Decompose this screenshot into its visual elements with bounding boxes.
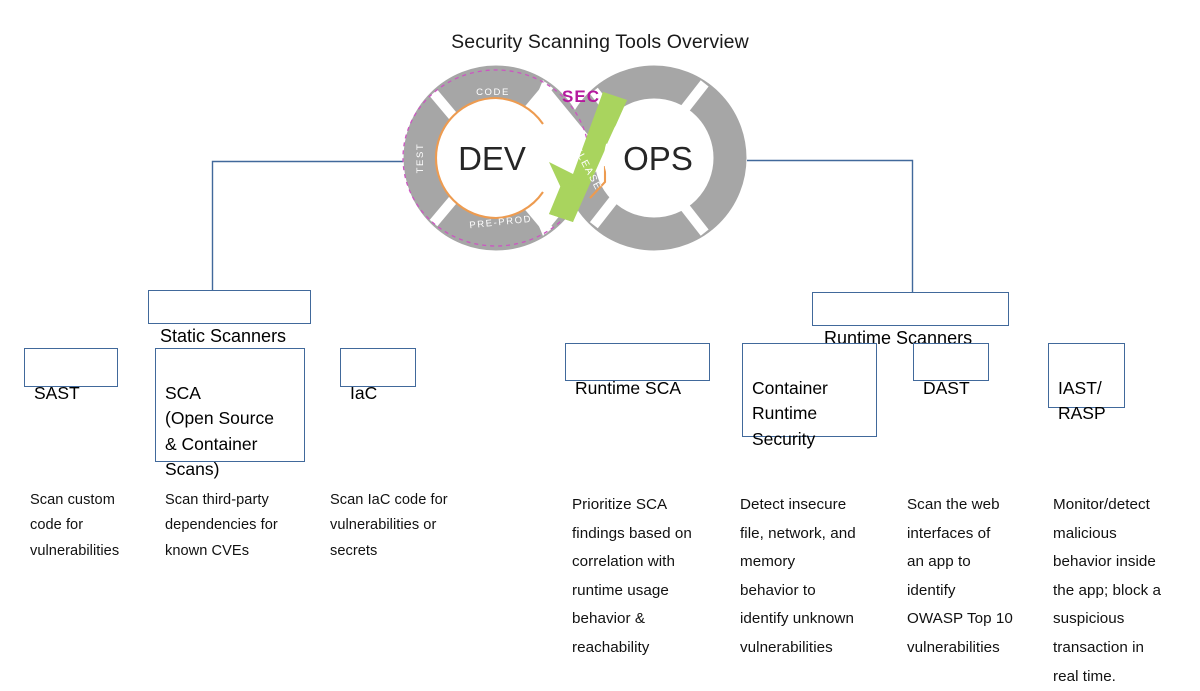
tool-box-container-runtime-security-label: Container Runtime Security (752, 377, 828, 449)
group-box-static-scanners-label: Static Scanners (160, 325, 287, 346)
description-runtime-sca: Prioritize SCA findings based on correla… (572, 496, 692, 656)
group-box-runtime-scanners[interactable]: Runtime Scanners (812, 292, 1009, 348)
stage-label-code: CODE (476, 87, 510, 98)
description-container-runtime-security: Detect insecure file, network, and memor… (740, 496, 856, 656)
tool-box-iac[interactable]: IaC (340, 348, 416, 403)
description-iast-rasp: Monitor/detect malicious behavior inside… (1053, 496, 1162, 685)
tool-box-sast-label: SAST (34, 382, 80, 403)
tool-box-dast-label: DAST (923, 377, 970, 398)
tool-box-sca[interactable]: SCA (Open Source & Container Scans) (155, 348, 305, 479)
tool-box-iast-rasp[interactable]: IAST/ RASP (1048, 343, 1125, 423)
tool-box-iast-rasp-label: IAST/ RASP (1058, 377, 1106, 424)
tool-box-dast[interactable]: DAST (913, 343, 989, 398)
description-iac: Scan IaC code for vulnerabilities or sec… (330, 492, 448, 559)
tool-box-runtime-sca-label: Runtime SCA (575, 377, 682, 398)
connector-static-scanners (211, 160, 403, 291)
tool-box-sca-label: SCA (Open Source & Container Scans) (165, 382, 274, 480)
tool-box-iac-label: IaC (350, 382, 378, 403)
group-box-static-scanners[interactable]: Static Scanners (148, 290, 311, 346)
description-sca: Scan third-party dependencies for known … (165, 492, 278, 559)
connector-runtime-scanners (747, 159, 914, 293)
stage-label-test: TEST (415, 143, 426, 174)
diagram-canvas: Security Scanning Tools Overview DEV OPS… (0, 0, 1200, 685)
tool-box-container-runtime-security[interactable]: Container Runtime Security (742, 343, 877, 449)
dev-label: DEV (458, 140, 526, 177)
description-dast: Scan the web interfaces of an app to ide… (907, 496, 1013, 656)
description-sast: Scan custom code for vulnerabilities (30, 492, 120, 559)
page-title: Security Scanning Tools Overview (451, 31, 749, 53)
ops-label: OPS (623, 140, 693, 177)
tool-box-sast[interactable]: SAST (24, 348, 118, 403)
devops-infinity-loop-graphic: DEV OPS SEC CODE PLAN TEST PRE-PROD RELE… (393, 62, 757, 254)
sec-label: SEC (562, 87, 600, 106)
tool-box-runtime-sca[interactable]: Runtime SCA (565, 343, 710, 398)
